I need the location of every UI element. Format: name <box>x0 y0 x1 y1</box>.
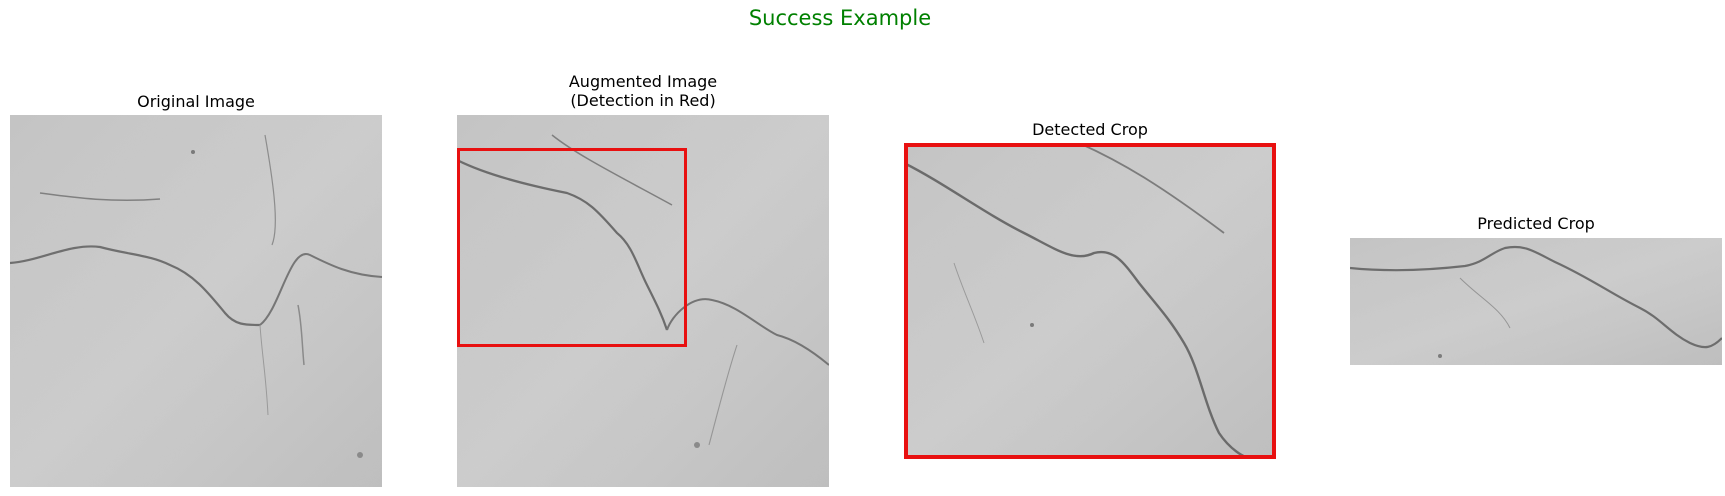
figure-title: Success Example <box>748 6 932 30</box>
detected-crop-border <box>904 143 1276 459</box>
panel-title-predicted-crop: Predicted Crop <box>1477 214 1595 233</box>
panel-title-detected-crop: Detected Crop <box>1032 120 1148 139</box>
panel-title-augmented: Augmented Image (Detection in Red) <box>568 72 718 110</box>
original-image <box>10 115 382 487</box>
detection-box <box>457 148 687 347</box>
predicted-crop-image <box>1350 238 1722 365</box>
panel-title-original: Original Image <box>137 92 255 111</box>
